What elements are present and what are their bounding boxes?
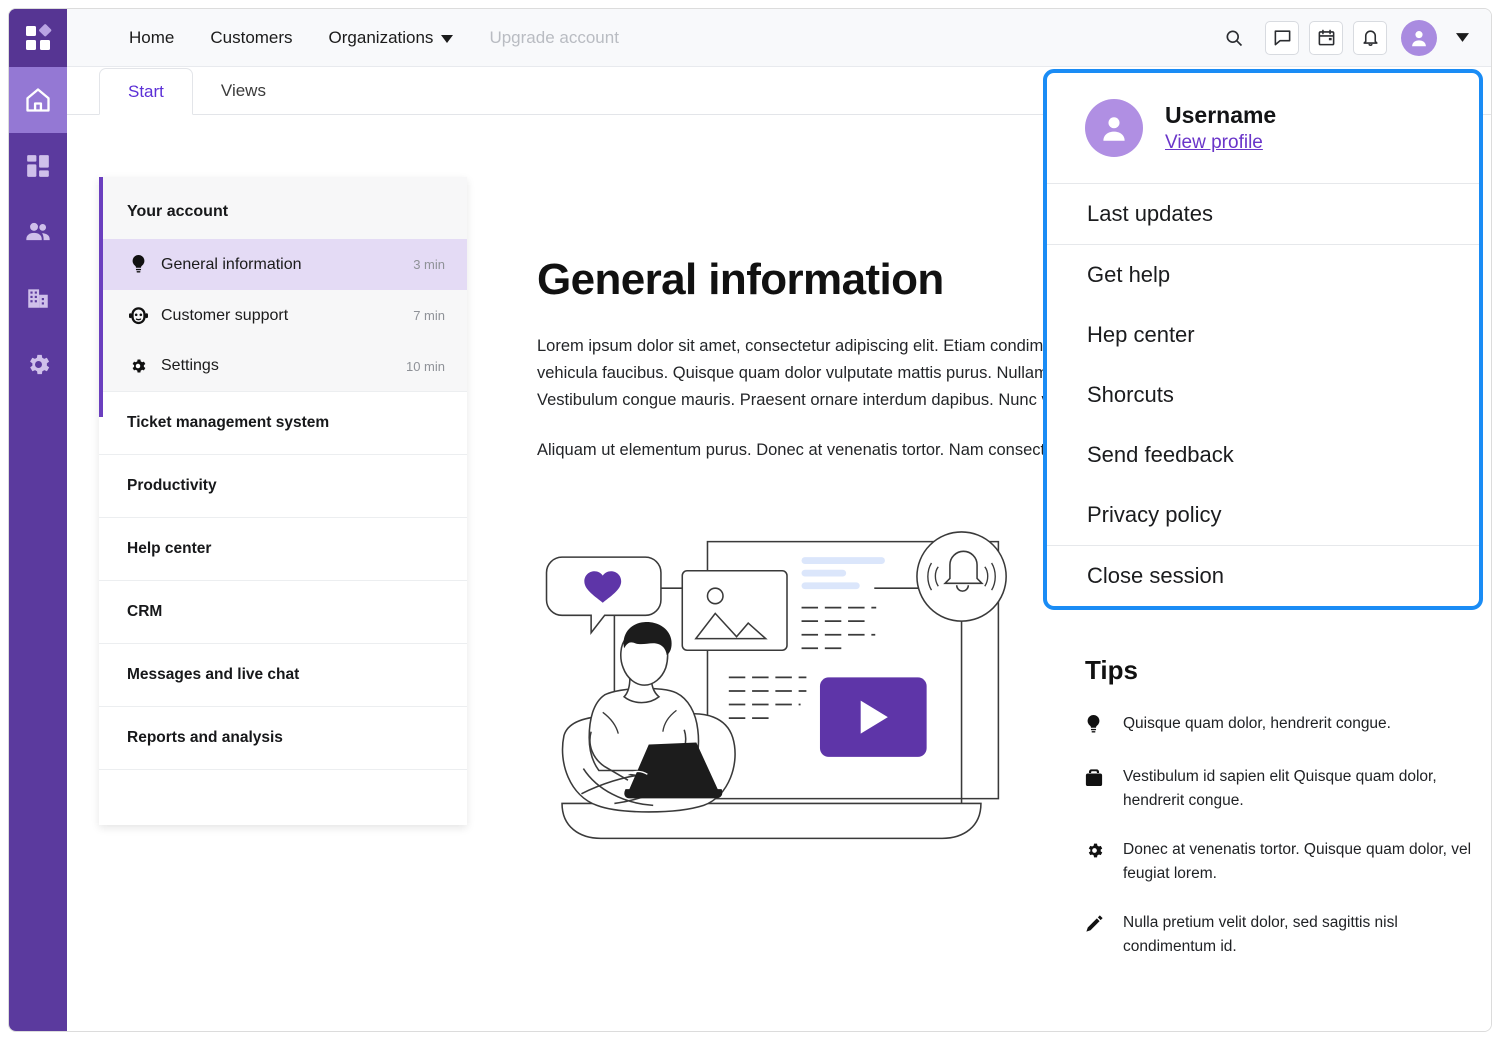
top-nav: Home Customers Organizations Upgrade acc… xyxy=(111,28,637,48)
menu-item-close-session[interactable]: Close session xyxy=(1047,546,1479,606)
gear-icon xyxy=(1085,838,1123,885)
topnav-label: Upgrade account xyxy=(489,27,619,47)
tip-item: Vestibulum id sapien elit Quisque quam d… xyxy=(1085,765,1485,812)
tip-text: Donec at venenatis tortor. Quisque quam … xyxy=(1123,841,1472,882)
topnav-label: Customers xyxy=(210,27,293,47)
menu-item-hep-center[interactable]: Hep center xyxy=(1047,305,1479,365)
sidebar-item-reports-and-analysis[interactable]: Reports and analysis xyxy=(99,706,467,769)
rail-item-dashboard[interactable] xyxy=(9,133,67,199)
lightbulb-icon xyxy=(127,255,149,274)
top-bar: Home Customers Organizations Upgrade acc… xyxy=(67,9,1491,67)
nav-section-title: Your account xyxy=(99,177,467,239)
tip-text: Nulla pretium velit dolor, sed sagittis … xyxy=(1123,914,1398,955)
menu-item-send-feedback[interactable]: Send feedback xyxy=(1047,425,1479,485)
briefcase-icon xyxy=(1085,765,1123,812)
sidebar-item-settings[interactable]: Settings 10 min xyxy=(99,341,467,391)
chevron-down-icon xyxy=(441,28,454,48)
sidebar-item-label: General information xyxy=(161,255,302,273)
nav-accent-bar xyxy=(99,177,103,417)
rail-item-organizations[interactable] xyxy=(9,265,67,331)
user-avatar-icon[interactable] xyxy=(1401,19,1437,56)
sidebar-item-duration: 7 min xyxy=(413,308,445,323)
bell-icon[interactable] xyxy=(1353,20,1387,55)
nav-card-footer xyxy=(99,769,467,825)
tip-item: Donec at venenatis tortor. Quisque quam … xyxy=(1085,838,1485,885)
tab-views[interactable]: Views xyxy=(193,67,294,114)
account-menu-identity: Username View profile xyxy=(1165,102,1276,154)
sidebar-item-duration: 10 min xyxy=(405,358,445,374)
sidebar-item-label: Settings xyxy=(161,357,219,374)
menu-item-privacy-policy[interactable]: Privacy policy xyxy=(1047,485,1479,545)
tip-item: Quisque quam dolor, hendrerit congue. xyxy=(1085,712,1485,739)
rail-item-customers[interactable] xyxy=(9,199,67,265)
tips-section: Tips Quisque quam dolor, hendrerit congu… xyxy=(1085,655,1485,958)
topnav-item-organizations[interactable]: Organizations xyxy=(311,28,472,48)
gear-icon xyxy=(127,357,149,375)
menu-item-get-help[interactable]: Get help xyxy=(1047,245,1479,305)
sidebar-item-general-information[interactable]: General information 3 min xyxy=(99,239,467,290)
rail-item-settings[interactable] xyxy=(9,331,67,397)
account-menu-header: Username View profile xyxy=(1047,73,1479,183)
support-face-icon xyxy=(127,306,149,325)
sidebar-item-duration: 3 min xyxy=(413,257,445,272)
tab-label: Start xyxy=(128,81,164,101)
tab-start[interactable]: Start xyxy=(99,68,193,115)
sidebar-item-help-center[interactable]: Help center xyxy=(99,517,467,580)
top-bar-icons xyxy=(1219,19,1469,56)
sidebar-item-label: Customer support xyxy=(161,306,289,324)
topnav-item-upgrade-account[interactable]: Upgrade account xyxy=(471,28,636,48)
sidebar-item-productivity[interactable]: Productivity xyxy=(99,454,467,517)
pencil-icon xyxy=(1085,911,1123,958)
rail-item-home[interactable] xyxy=(9,67,67,133)
user-avatar-icon xyxy=(1085,99,1143,157)
account-nav-card: Your account General information 3 min C… xyxy=(99,177,467,825)
sidebar-item-ticket-management-system[interactable]: Ticket management system xyxy=(99,391,467,454)
topnav-item-home[interactable]: Home xyxy=(111,28,192,48)
tip-item: Nulla pretium velit dolor, sed sagittis … xyxy=(1085,911,1485,958)
lightbulb-icon xyxy=(1085,712,1123,739)
sidebar-item-crm[interactable]: CRM xyxy=(99,580,467,643)
app-grid-logo-icon[interactable] xyxy=(9,9,67,67)
topnav-item-customers[interactable]: Customers xyxy=(192,28,310,48)
tips-title: Tips xyxy=(1085,655,1138,685)
sidebar-item-customer-support[interactable]: Customer support 7 min xyxy=(99,290,467,341)
calendar-icon[interactable] xyxy=(1309,20,1343,55)
tip-text: Vestibulum id sapien elit Quisque quam d… xyxy=(1123,768,1437,809)
account-username: Username xyxy=(1165,102,1277,128)
chevron-down-icon[interactable] xyxy=(1456,29,1469,47)
account-dropdown-menu[interactable]: Username View profile Last updates Get h… xyxy=(1043,69,1483,610)
chat-icon[interactable] xyxy=(1265,20,1299,55)
topnav-label: Organizations xyxy=(328,27,434,47)
sidebar-item-messages-and-live-chat[interactable]: Messages and live chat xyxy=(99,643,467,706)
tip-text: Quisque quam dolor, hendrerit congue. xyxy=(1123,715,1391,732)
menu-item-last-updates[interactable]: Last updates xyxy=(1047,184,1479,244)
menu-item-shorcuts[interactable]: Shorcuts xyxy=(1047,365,1479,425)
left-rail xyxy=(9,9,67,1031)
view-profile-link[interactable]: View profile xyxy=(1165,132,1263,154)
tab-label: Views xyxy=(220,80,266,100)
search-icon[interactable] xyxy=(1219,23,1249,53)
topnav-label: Home xyxy=(129,27,175,47)
app-window: Home Customers Organizations Upgrade acc… xyxy=(8,8,1492,1032)
